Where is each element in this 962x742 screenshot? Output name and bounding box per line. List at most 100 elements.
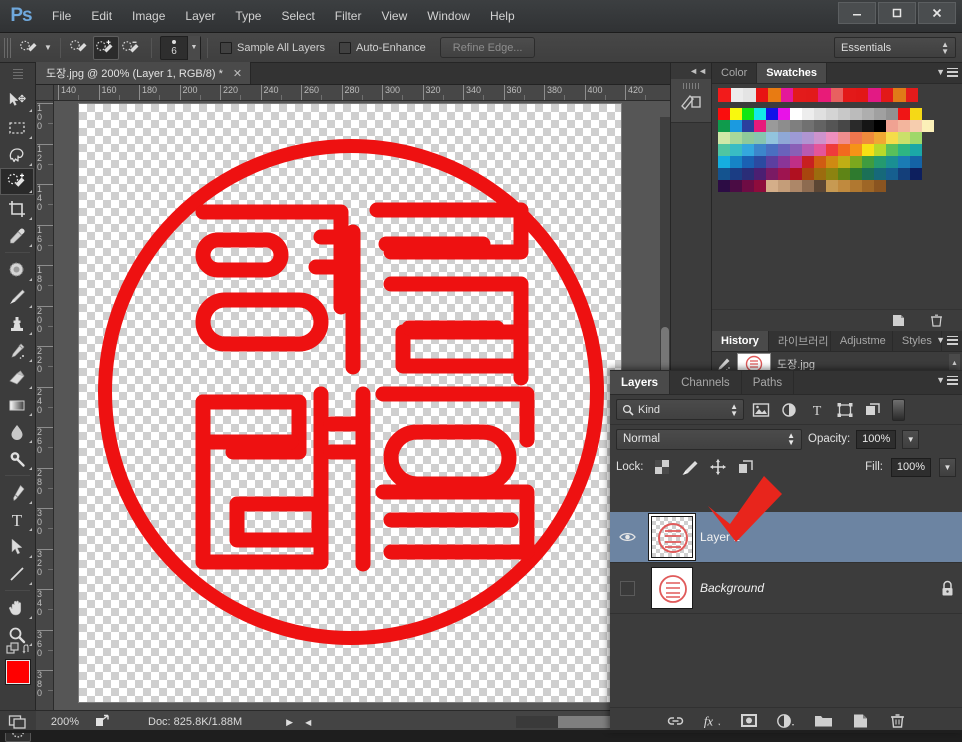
color-swatch[interactable] bbox=[778, 144, 790, 156]
status-scroll-left-arrow-icon[interactable]: ◀ bbox=[305, 718, 311, 727]
recent-color-swatch[interactable] bbox=[768, 88, 781, 102]
color-swatch[interactable] bbox=[766, 120, 778, 132]
layer-thumbnail-cell-layer-1[interactable] bbox=[644, 512, 700, 563]
color-swatch[interactable] bbox=[790, 132, 802, 144]
sample-all-layers-checkbox[interactable] bbox=[220, 41, 232, 54]
color-swatch[interactable] bbox=[910, 144, 922, 156]
color-panel-menu-button[interactable]: ▼ bbox=[936, 67, 958, 77]
menu-select[interactable]: Select bbox=[271, 5, 324, 27]
color-swatch[interactable] bbox=[766, 144, 778, 156]
tab-styles[interactable]: Styles bbox=[892, 331, 942, 351]
pixel-layer-filter-icon[interactable] bbox=[750, 399, 772, 421]
tool-preset-dropdown-arrow-icon[interactable]: ▼ bbox=[42, 43, 54, 52]
color-swatch[interactable] bbox=[886, 168, 898, 180]
add-layer-mask-icon[interactable] bbox=[739, 711, 759, 731]
color-swatch[interactable] bbox=[718, 108, 730, 120]
color-swatch[interactable] bbox=[886, 108, 898, 120]
tab-paths[interactable]: Paths bbox=[741, 371, 795, 394]
color-swatch[interactable] bbox=[790, 168, 802, 180]
color-swatch[interactable] bbox=[862, 144, 874, 156]
share-icon[interactable] bbox=[94, 714, 110, 731]
layer-style-fx-icon[interactable]: fx bbox=[702, 711, 722, 731]
color-swatch[interactable] bbox=[814, 144, 826, 156]
color-swatch[interactable] bbox=[766, 156, 778, 168]
color-swatch[interactable] bbox=[838, 132, 850, 144]
lock-artboard-icon[interactable] bbox=[736, 457, 756, 477]
subtract-from-selection-mode-button[interactable] bbox=[119, 36, 145, 60]
color-swatch[interactable] bbox=[766, 180, 778, 192]
recent-color-swatch[interactable] bbox=[830, 88, 843, 102]
layers-panel-menu-button[interactable]: ▼ bbox=[936, 375, 958, 385]
color-swatch[interactable] bbox=[778, 120, 790, 132]
color-swatch[interactable] bbox=[910, 168, 922, 180]
color-swatch[interactable] bbox=[874, 144, 886, 156]
color-swatch[interactable] bbox=[826, 180, 838, 192]
color-swatch[interactable] bbox=[898, 144, 910, 156]
quick-selection-tool[interactable] bbox=[0, 168, 34, 195]
menu-view[interactable]: View bbox=[371, 5, 417, 27]
opacity-dropdown-arrow-icon[interactable]: ▼ bbox=[902, 429, 920, 449]
color-swatch[interactable] bbox=[874, 180, 886, 192]
new-group-icon[interactable] bbox=[813, 711, 833, 731]
sample-all-layers-option[interactable]: Sample All Layers bbox=[220, 41, 325, 54]
color-swatch[interactable] bbox=[718, 120, 730, 132]
document-tab[interactable]: 도장.jpg @ 200% (Layer 1, RGB/8) * ✕ bbox=[36, 62, 252, 84]
color-swatch[interactable] bbox=[766, 132, 778, 144]
spot-healing-brush-tool[interactable] bbox=[0, 256, 34, 283]
menu-type[interactable]: Type bbox=[225, 5, 271, 27]
recent-colors-row[interactable] bbox=[712, 84, 962, 104]
recent-color-swatch[interactable] bbox=[718, 88, 731, 102]
menu-edit[interactable]: Edit bbox=[81, 5, 122, 27]
color-swatch[interactable] bbox=[766, 168, 778, 180]
color-swatch[interactable] bbox=[814, 180, 826, 192]
lock-position-icon[interactable] bbox=[708, 457, 728, 477]
color-swatch[interactable] bbox=[718, 144, 730, 156]
shape-layer-filter-icon[interactable] bbox=[834, 399, 856, 421]
move-tool[interactable] bbox=[0, 87, 34, 114]
recent-color-swatch[interactable] bbox=[905, 88, 918, 102]
maximize-button[interactable] bbox=[878, 2, 916, 24]
tool-preset-picker-icon[interactable] bbox=[16, 36, 42, 60]
crop-tool[interactable] bbox=[0, 195, 34, 222]
color-swatch[interactable] bbox=[850, 108, 862, 120]
recent-color-swatch[interactable] bbox=[805, 88, 818, 102]
color-swatch[interactable] bbox=[742, 144, 754, 156]
color-swatch[interactable] bbox=[922, 120, 934, 132]
tab-layers[interactable]: Layers bbox=[610, 371, 671, 394]
history-brush-tool[interactable] bbox=[0, 337, 34, 364]
close-button[interactable] bbox=[918, 2, 956, 24]
new-adjustment-layer-icon[interactable] bbox=[776, 711, 796, 731]
color-swatch[interactable] bbox=[886, 144, 898, 156]
color-swatch[interactable] bbox=[730, 132, 742, 144]
new-layer-icon[interactable] bbox=[850, 711, 870, 731]
color-swatch[interactable] bbox=[886, 120, 898, 132]
delete-swatch-icon[interactable] bbox=[926, 311, 946, 331]
eraser-tool[interactable] bbox=[0, 364, 34, 391]
color-swatch[interactable] bbox=[826, 144, 838, 156]
brush-size-picker[interactable]: 6 ▼ bbox=[160, 35, 201, 60]
color-swatch[interactable] bbox=[874, 156, 886, 168]
color-swatch[interactable] bbox=[742, 156, 754, 168]
color-swatch[interactable] bbox=[766, 108, 778, 120]
clone-stamp-tool[interactable] bbox=[0, 310, 34, 337]
opacity-value[interactable]: 100% bbox=[856, 429, 897, 449]
color-swatch[interactable] bbox=[850, 132, 862, 144]
new-selection-mode-button[interactable] bbox=[67, 36, 93, 60]
color-swatch[interactable] bbox=[778, 180, 790, 192]
zoom-level-field[interactable]: 200% bbox=[36, 716, 94, 728]
minimize-button[interactable] bbox=[838, 2, 876, 24]
color-swatch[interactable] bbox=[730, 108, 742, 120]
color-swatch[interactable] bbox=[874, 168, 886, 180]
color-swatch[interactable] bbox=[730, 168, 742, 180]
recent-color-swatch[interactable] bbox=[818, 88, 831, 102]
recent-color-swatch[interactable] bbox=[843, 88, 856, 102]
color-swatch[interactable] bbox=[850, 144, 862, 156]
color-swatch[interactable] bbox=[718, 168, 730, 180]
color-swatch[interactable] bbox=[778, 156, 790, 168]
lasso-tool[interactable] bbox=[0, 141, 34, 168]
color-swatch[interactable] bbox=[850, 168, 862, 180]
color-swatch[interactable] bbox=[862, 180, 874, 192]
menu-image[interactable]: Image bbox=[122, 5, 175, 27]
color-swatch[interactable] bbox=[886, 132, 898, 144]
menu-file[interactable]: File bbox=[42, 5, 81, 27]
